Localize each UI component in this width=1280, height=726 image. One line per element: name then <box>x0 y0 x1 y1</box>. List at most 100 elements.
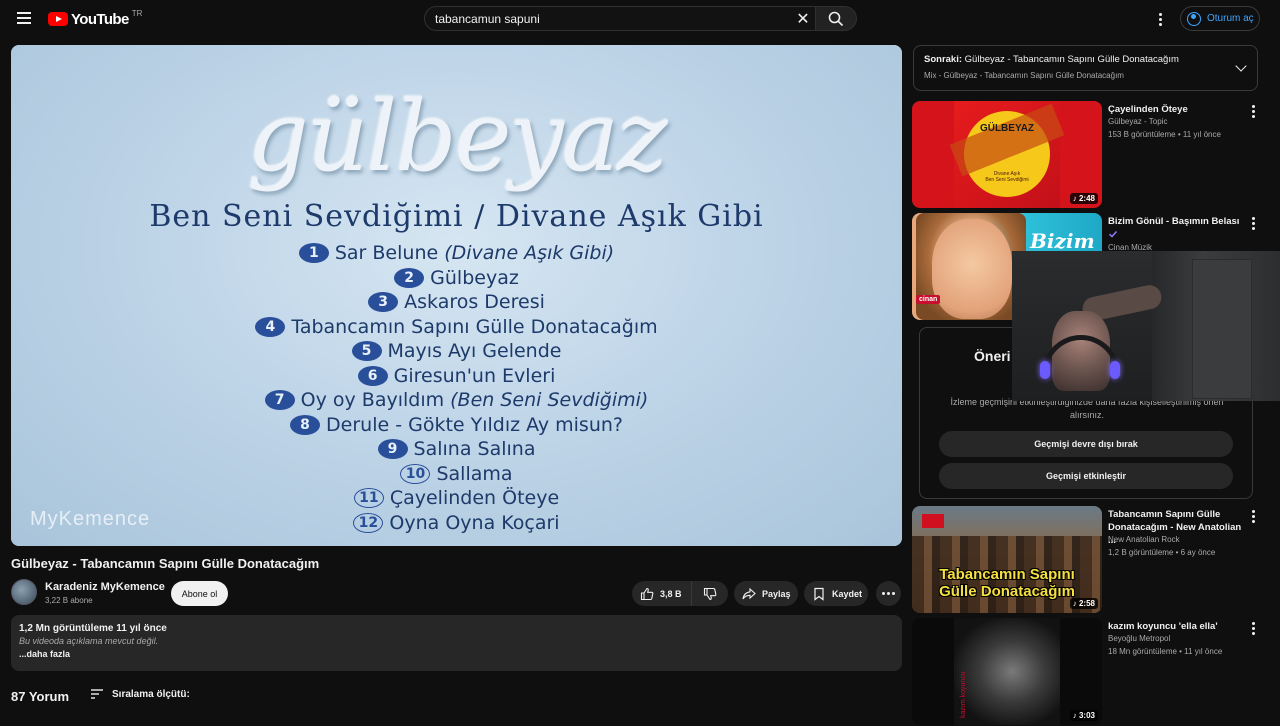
more-actions-icon[interactable] <box>876 581 901 606</box>
track-row: 4 Tabancamın Sapını Gülle Donatacağım <box>11 315 902 340</box>
youtube-play-icon <box>48 12 68 26</box>
track-name: Tabancamın Sapını Gülle Donatacağım <box>291 315 658 338</box>
share-label: Paylaş <box>762 588 791 599</box>
track-number: 8 <box>290 414 321 435</box>
like-button[interactable]: 3,8 B <box>632 581 692 606</box>
comment-count: 87 Yorum <box>11 689 70 704</box>
bookmark-icon <box>814 587 824 601</box>
search-icon <box>828 11 844 26</box>
search-button[interactable] <box>816 6 857 31</box>
track-extra: (Divane Aşık Gibi) <box>444 242 615 265</box>
recommendation-item[interactable]: Tabancamın Sapını Gülle Donatacağım ♪ 2:… <box>912 506 1262 614</box>
more-options-icon[interactable] <box>1249 217 1257 231</box>
flag-icon <box>922 514 944 528</box>
share-button[interactable]: Paylaş <box>734 581 798 606</box>
track-number: 7 <box>264 390 295 411</box>
search-input[interactable] <box>435 11 791 26</box>
webcam-door <box>1192 259 1252 399</box>
view-count-date: 1,2 Mn görüntüleme 11 yıl önce <box>19 623 167 634</box>
video-player[interactable]: gülbeyaz Ben Seni Sevdiğimi / Divane Aşı… <box>11 45 902 546</box>
verified-badge-icon <box>1108 229 1118 239</box>
track-row: 11 Çayelinden Öteye <box>11 486 902 511</box>
like-dislike-group: 3,8 B <box>632 581 728 606</box>
track-number: 12 <box>353 512 384 533</box>
country-code: TR <box>131 8 143 18</box>
track-number: 5 <box>351 341 382 362</box>
thumbnail-text: GÜLBEYAZ <box>979 123 1035 134</box>
track-row: 3 Askaros Deresi <box>11 290 902 315</box>
album-artist-art: gülbeyaz <box>247 81 667 193</box>
recommendation-title[interactable]: kazım koyuncu 'ella ella' <box>1108 620 1243 633</box>
account-icon <box>1187 11 1201 26</box>
search-box: ✕ <box>424 6 816 31</box>
thumbnail-text: Bizim <box>1030 229 1095 253</box>
recommendation-title[interactable]: Çayelinden Öteye <box>1108 103 1243 116</box>
thumbnail-face <box>932 219 1012 319</box>
track-number: 1 <box>298 243 329 264</box>
recommendation-channel: Gülbeyaz - Topic <box>1108 117 1168 126</box>
track-number: 2 <box>394 267 425 288</box>
thumbnail-subtext: Divane Aşık Ben Seni Sevdiğimi <box>985 171 1029 183</box>
track-extra: (Ben Seni Sevdiğimi) <box>450 389 649 412</box>
track-name: Salına Salına <box>413 438 536 461</box>
track-row: 5 Mayıs Ayı Gelende <box>11 339 902 364</box>
video-thumbnail[interactable]: GÜLBEYAZ Divane Aşık Ben Seni Sevdiğimi … <box>912 101 1102 208</box>
menu-icon[interactable] <box>14 9 34 29</box>
track-name: Çayelinden Öteye <box>389 487 560 510</box>
track-number: 3 <box>368 292 399 313</box>
subscribe-button[interactable]: Abone ol <box>171 581 228 606</box>
track-list: 1 Sar Belune (Divane Aşık Gibi) 2 Gülbeyaz 3 A… <box>11 241 902 535</box>
up-next-panel[interactable]: Sonraki: Gülbeyaz - Tabancamın Sapını Gü… <box>913 45 1258 91</box>
clear-search-icon[interactable]: ✕ <box>791 7 815 31</box>
disable-history-button[interactable]: Geçmişi devre dışı bırak <box>939 431 1233 457</box>
track-name: Giresun'un Evleri <box>393 364 556 387</box>
more-options-icon[interactable] <box>1249 105 1257 119</box>
sort-button[interactable]: Sıralama ölçütü: <box>90 688 190 700</box>
track-name: Oyna Oyna Koçari <box>389 511 560 534</box>
track-name: Sallama <box>436 462 513 485</box>
enable-history-button[interactable]: Geçmişi etkinleştir <box>939 463 1233 489</box>
suggestions-title: Öneri <box>974 348 1011 364</box>
track-name: Derule - Gökte Yıldız Ay misun? <box>326 413 623 436</box>
recommendation-meta: 153 B görüntüleme • 11 yıl önce <box>1108 130 1221 139</box>
sort-label: Sıralama ölçütü: <box>112 688 190 700</box>
save-button[interactable]: Kaydet <box>804 581 868 606</box>
video-thumbnail[interactable]: Tabancamın Sapını Gülle Donatacağım ♪ 2:… <box>912 506 1102 613</box>
video-title: Gülbeyaz - Tabancamın Sapını Gülle Donat… <box>11 556 320 571</box>
track-number: 9 <box>377 439 408 460</box>
signin-button[interactable]: Oturum aç <box>1180 6 1260 31</box>
settings-menu-icon[interactable] <box>1152 9 1168 29</box>
track-row: 6 Giresun'un Evleri <box>11 364 902 389</box>
thumbs-down-icon <box>703 587 717 600</box>
video-thumbnail[interactable]: kazım koyuncu ♪ 3:03 <box>912 618 1102 725</box>
youtube-logo[interactable]: YouTube TR <box>48 8 143 28</box>
description-box[interactable]: 1,2 Mn görüntüleme 11 yıl önce Bu videod… <box>11 615 902 671</box>
track-row: 1 Sar Belune (Divane Aşık Gibi) <box>11 241 902 266</box>
recommendation-item[interactable]: kazım koyuncu ♪ 3:03 kazım koyuncu 'ella… <box>912 618 1262 726</box>
channel-avatar[interactable] <box>11 579 37 605</box>
thumbnail-portrait <box>954 618 1060 725</box>
show-more-link[interactable]: ...daha fazla <box>19 649 894 659</box>
share-icon <box>742 587 756 599</box>
channel-name[interactable]: Karadeniz MyKemence <box>45 581 165 593</box>
track-row: 10 Sallama <box>11 462 902 487</box>
recommendation-title[interactable]: Bizim Gönül - Başımın Belası <box>1108 215 1243 228</box>
dislike-button[interactable] <box>692 581 728 606</box>
duration-badge: ♪ 3:03 <box>1069 710 1098 721</box>
thumbs-up-icon <box>640 587 654 600</box>
more-options-icon[interactable] <box>1249 622 1257 636</box>
track-number: 11 <box>353 488 384 509</box>
recommendation-channel: Beyoğlu Metropol <box>1108 634 1171 643</box>
track-row: 7 Oy oy Bayıldım (Ben Seni Sevdiğimi) <box>11 388 902 413</box>
recommendation-item[interactable]: GÜLBEYAZ Divane Aşık Ben Seni Sevdiğimi … <box>912 101 1262 209</box>
track-name: Mayıs Ayı Gelende <box>387 340 562 363</box>
recommendation-channel: New Anatolian Rock <box>1108 535 1180 544</box>
duration-badge: ♪ 2:58 <box>1069 598 1098 609</box>
track-row: 9 Salına Salına <box>11 437 902 462</box>
signin-label: Oturum aç <box>1207 13 1254 24</box>
description-text: Bu videoda açıklama mevcut değil. <box>19 636 159 646</box>
track-name: Gülbeyaz <box>430 266 519 289</box>
headset-light-left <box>1040 361 1050 379</box>
more-options-icon[interactable] <box>1249 510 1257 524</box>
album-title: Ben Seni Sevdiğimi / Divane Aşık Gibi <box>149 199 764 234</box>
